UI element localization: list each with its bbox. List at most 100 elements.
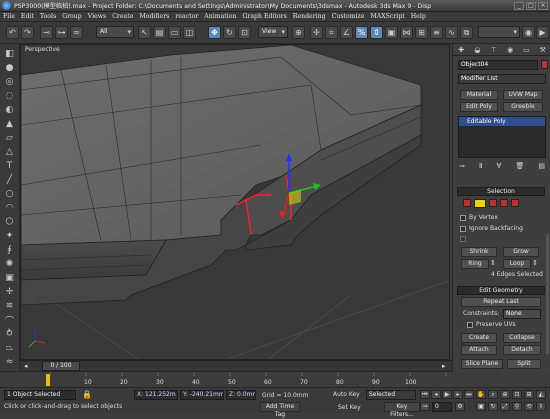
hierarchy-tab-icon[interactable]: ⊤ bbox=[488, 45, 499, 54]
key-filters-button[interactable]: Key Filters... bbox=[384, 402, 420, 418]
selection-rollout-header[interactable]: Selection bbox=[457, 187, 545, 196]
lock-selection-icon[interactable]: 🔒 bbox=[82, 390, 92, 400]
current-frame-field[interactable]: 0 bbox=[432, 402, 452, 412]
create-arc-icon[interactable]: ◠ bbox=[3, 202, 16, 214]
preserve-uvs-checkbox[interactable]: Preserve UVs bbox=[467, 321, 516, 328]
perspective-viewport[interactable]: Perspective bbox=[20, 44, 450, 360]
utilities-tab-icon[interactable]: ⚒ bbox=[537, 45, 548, 54]
create-circle-icon[interactable]: ○ bbox=[3, 188, 16, 200]
pan-icon[interactable]: ✋ bbox=[476, 390, 486, 399]
vertex-mode-icon[interactable] bbox=[463, 199, 471, 207]
show-end-result-icon[interactable]: Ⅱ bbox=[479, 162, 482, 174]
menu-graph-editors[interactable]: Graph Editors bbox=[242, 13, 286, 20]
y-coordinate-field[interactable]: Y: -240.21mm bbox=[180, 390, 224, 400]
minimize-button[interactable]: _ bbox=[514, 1, 524, 10]
unlink-icon[interactable]: ⊶ bbox=[55, 26, 68, 39]
attach-button[interactable]: Attach bbox=[461, 345, 497, 355]
auto-key-button[interactable]: Auto Key bbox=[333, 391, 360, 398]
create-button[interactable]: Create bbox=[461, 333, 497, 343]
create-spacewarp-icon[interactable]: ≋ bbox=[3, 300, 16, 312]
percent-snap-icon[interactable]: % bbox=[355, 26, 368, 39]
create-box-icon[interactable]: ◧ bbox=[3, 48, 16, 60]
prev-frame-icon[interactable]: ◂ bbox=[24, 362, 28, 370]
window-crossing-icon[interactable]: ◫ bbox=[183, 26, 196, 39]
menu-create[interactable]: Create bbox=[112, 13, 133, 20]
split-button[interactable]: Split bbox=[507, 359, 541, 369]
align-icon[interactable]: ⊞ bbox=[415, 26, 428, 39]
modifier-noise-icon[interactable]: ≈ bbox=[3, 356, 16, 368]
create-text-icon[interactable]: T bbox=[3, 160, 16, 172]
ignore-backfacing-checkbox[interactable]: Ignore Backfacing bbox=[460, 225, 523, 232]
zoom-all-icon[interactable]: ⊕ bbox=[500, 390, 510, 399]
field-of-view-icon[interactable]: ◭ bbox=[536, 390, 546, 399]
set-key-button[interactable]: Set Key bbox=[338, 404, 361, 411]
create-light-icon[interactable]: ✺ bbox=[3, 258, 16, 270]
select-rotate-icon[interactable]: ↻ bbox=[223, 26, 236, 39]
undo-icon[interactable]: ↶ bbox=[6, 26, 19, 39]
create-tab-icon[interactable]: ✚ bbox=[456, 45, 467, 54]
menu-reactor[interactable]: reactor bbox=[175, 13, 198, 20]
remove-modifier-icon[interactable]: 🗑 bbox=[515, 162, 524, 174]
edit-geometry-rollout-header[interactable]: Edit Geometry bbox=[457, 286, 545, 295]
menu-animation[interactable]: Animation bbox=[204, 13, 236, 20]
menu-group[interactable]: Group bbox=[62, 13, 82, 20]
border-mode-icon[interactable] bbox=[489, 199, 497, 207]
region-zoom-icon[interactable]: ▣ bbox=[476, 402, 486, 411]
repeat-last-button[interactable]: Repeat Last bbox=[461, 297, 541, 307]
create-torus-icon[interactable]: ◌ bbox=[3, 90, 16, 102]
key-mode-toggle-icon[interactable]: ⊸ bbox=[420, 402, 430, 411]
bind-spacewarp-icon[interactable]: ≈ bbox=[70, 26, 83, 39]
track-bar[interactable]: 10 20 30 40 50 60 70 80 90 100 bbox=[0, 371, 452, 387]
z-coordinate-field[interactable]: Z: 0.0mm bbox=[226, 390, 256, 400]
render-type-dropdown[interactable] bbox=[478, 26, 520, 38]
zoom-extents-all-icon[interactable]: ⊞ bbox=[524, 390, 534, 399]
edge-mode-icon[interactable] bbox=[474, 199, 486, 208]
next-frame-icon[interactable]: ▸ bbox=[442, 362, 446, 370]
object-color-swatch[interactable] bbox=[541, 60, 548, 69]
pin-stack-icon[interactable]: ⊸ bbox=[459, 162, 465, 174]
create-plane-icon[interactable]: ▱ bbox=[3, 132, 16, 144]
material-editor-icon[interactable]: ◉ bbox=[522, 26, 535, 39]
uvw-map-button[interactable]: UVW Map bbox=[503, 90, 543, 100]
x-coordinate-field[interactable]: X: 121.252m bbox=[134, 390, 178, 400]
menu-edit[interactable]: Edit bbox=[21, 13, 34, 20]
make-unique-icon[interactable]: ∀ bbox=[496, 162, 501, 174]
create-line-icon[interactable]: ╱ bbox=[3, 174, 16, 186]
schematic-view-icon[interactable]: ⧉ bbox=[460, 26, 473, 39]
link-icon[interactable]: ⊸ bbox=[40, 26, 53, 39]
create-camera-icon[interactable]: ▣ bbox=[3, 272, 16, 284]
layer-manager-icon[interactable]: ≡ bbox=[430, 26, 443, 39]
configure-sets-icon[interactable]: ▤ bbox=[538, 162, 545, 174]
by-angle-checkbox[interactable] bbox=[460, 236, 469, 242]
element-mode-icon[interactable] bbox=[511, 199, 519, 207]
create-cylinder-icon[interactable]: ◎ bbox=[3, 76, 16, 88]
selection-filter-dropdown[interactable]: All bbox=[96, 26, 134, 38]
motion-tab-icon[interactable]: ◉ bbox=[505, 45, 516, 54]
create-pyramid-icon[interactable]: △ bbox=[3, 146, 16, 158]
modifier-twist-icon[interactable]: ⥁ bbox=[3, 328, 16, 340]
redo-icon[interactable]: ↷ bbox=[21, 26, 34, 39]
constraints-dropdown[interactable]: None bbox=[503, 309, 541, 319]
time-config-icon[interactable]: ⚙ bbox=[455, 402, 465, 411]
menu-file[interactable]: File bbox=[3, 13, 15, 20]
menu-tools[interactable]: Tools bbox=[40, 13, 56, 20]
create-teapot-icon[interactable]: ◐ bbox=[3, 104, 16, 116]
greeble-button[interactable]: Greeble bbox=[503, 102, 543, 112]
spinner-snap-icon[interactable]: ⇕ bbox=[370, 26, 383, 39]
select-scale-icon[interactable]: ⊡ bbox=[238, 26, 251, 39]
create-helix-icon[interactable]: ∮ bbox=[3, 244, 16, 256]
menu-modifiers[interactable]: Modifiers bbox=[139, 13, 169, 20]
grow-button[interactable]: Grow bbox=[503, 247, 539, 257]
menu-rendering[interactable]: Rendering bbox=[293, 13, 326, 20]
menu-views[interactable]: Views bbox=[88, 13, 106, 20]
dolly-icon[interactable]: ⇳ bbox=[536, 402, 546, 411]
material-button[interactable]: Material bbox=[460, 90, 498, 100]
reference-coordinate-dropdown[interactable]: View bbox=[258, 26, 288, 38]
maximize-viewport-icon[interactable]: ⤢ bbox=[500, 402, 510, 411]
go-to-start-icon[interactable]: ⏮ bbox=[420, 390, 430, 399]
by-vertex-checkbox[interactable]: By Vertex bbox=[460, 214, 498, 221]
snap-toggle-icon[interactable]: ⌗ bbox=[325, 26, 338, 39]
object-name-field[interactable]: Object04 bbox=[458, 60, 538, 70]
collapse-button[interactable]: Collapse bbox=[503, 333, 541, 343]
shrink-button[interactable]: Shrink bbox=[461, 247, 497, 257]
